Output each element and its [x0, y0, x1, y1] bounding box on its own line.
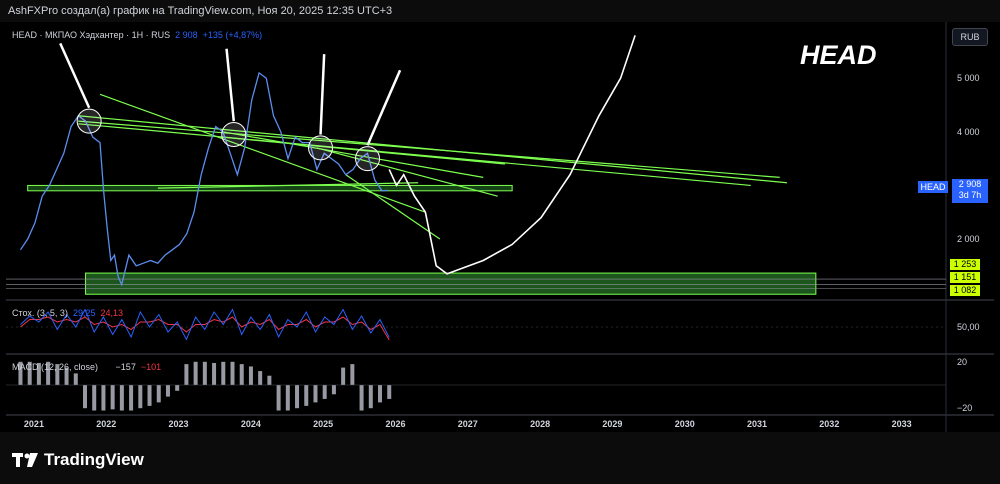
macd-histogram-bar	[368, 385, 373, 409]
x-tick-label: 2030	[675, 419, 695, 429]
annotation-title: HEAD	[800, 40, 877, 70]
x-tick-label: 2026	[385, 419, 405, 429]
pointer-arrow	[366, 69, 402, 146]
macd-histogram-bar	[221, 361, 226, 385]
macd-histogram-bar	[378, 385, 383, 403]
level-tag-2: 1 151	[950, 272, 980, 283]
macd-histogram-bar	[322, 385, 327, 399]
x-tick-label: 2023	[169, 419, 189, 429]
macd-value-1: −157	[115, 362, 136, 372]
macd-histogram-bar	[193, 361, 198, 385]
stoch-legend: Стох. (3, 5, 3) 29,25 24,13	[12, 308, 123, 318]
y-tick-label: 4 000	[957, 127, 980, 137]
footer: TradingView	[0, 432, 1000, 484]
support-zone	[85, 272, 817, 295]
macd-histogram-bar	[119, 385, 124, 411]
macd-histogram-bar	[359, 385, 364, 411]
chart-frame[interactable]: 2 0003 0004 0005 00020212022202320242025…	[6, 22, 994, 432]
level-tag-1: 1 253	[950, 259, 980, 270]
last-price: 2 908	[175, 30, 198, 40]
peak-highlight-circle	[308, 135, 334, 161]
stoch-d-value: 24,13	[100, 308, 124, 318]
peak-highlight-circle	[355, 146, 381, 172]
macd-histogram-bar	[184, 364, 189, 385]
macd-tick-label-bottom: −20	[957, 403, 972, 413]
tradingview-logo[interactable]: TradingView	[12, 450, 144, 470]
stoch-tick-label: 50,00	[957, 322, 980, 332]
macd-histogram-bar	[267, 375, 272, 385]
macd-histogram-bar	[175, 385, 180, 391]
stoch-k-value: 29,25	[72, 308, 96, 318]
chart-attribution-bar: AshFXPro создал(а) график на TradingView…	[0, 0, 1000, 22]
x-tick-label: 2033	[892, 419, 912, 429]
macd-histogram-bar	[285, 385, 290, 411]
price-tag-price: 2 908	[958, 179, 982, 189]
symbol-line: HEAD · МКПАО Хэдхантер · 1H · RUS	[12, 30, 171, 40]
x-tick-label: 2024	[241, 419, 261, 429]
price-tag-countdown: 3d 7h	[958, 190, 982, 200]
projection-path	[388, 35, 636, 275]
x-tick-label: 2029	[602, 419, 622, 429]
macd-value-2: −101	[140, 362, 162, 372]
macd-histogram-bar	[313, 385, 318, 403]
macd-histogram-bar	[110, 385, 115, 410]
level-tag-3: 1 082	[950, 285, 980, 296]
macd-histogram-bar	[239, 364, 244, 385]
y-tick-label: 2 000	[957, 234, 980, 244]
y-tick-label: 5 000	[957, 73, 980, 83]
macd-histogram-bar	[258, 371, 263, 385]
currency-button[interactable]: RUB	[952, 28, 988, 46]
x-tick-label: 2028	[530, 419, 550, 429]
macd-histogram-bar	[248, 366, 253, 385]
macd-histogram-bar	[350, 364, 355, 385]
symbol-legend: HEAD · МКПАО Хэдхантер · 1H · RUS 2 908 …	[12, 30, 262, 40]
macd-histogram-bar	[202, 361, 207, 385]
trendline	[78, 123, 751, 187]
x-tick-label: 2027	[458, 419, 478, 429]
price-change: +135 (+4,87%)	[202, 30, 263, 40]
macd-legend: MACD (12, 26, close) −157 −101	[12, 362, 161, 372]
macd-histogram-bar	[73, 373, 78, 385]
macd-histogram-bar	[341, 367, 346, 385]
macd-histogram-bar	[101, 385, 106, 411]
tradingview-logo-icon	[12, 451, 38, 469]
macd-histogram-bar	[212, 362, 217, 385]
attribution-caption: AshFXPro создал(а) график на TradingView…	[8, 5, 393, 17]
macd-histogram-bar	[165, 385, 170, 397]
last-price-tag: HEAD 2 908 3d 7h	[918, 179, 988, 203]
macd-label: MACD (12, 26, close)	[12, 362, 99, 372]
macd-tick-label-top: 20	[957, 357, 967, 367]
macd-histogram-bar	[92, 385, 97, 411]
macd-histogram-bar	[156, 385, 161, 403]
pointer-arrow	[319, 54, 326, 135]
macd-histogram-bar	[129, 385, 134, 411]
pointer-arrow	[225, 48, 236, 122]
x-tick-label: 2022	[96, 419, 116, 429]
stoch-label: Стох. (3, 5, 3)	[12, 308, 68, 318]
x-tick-label: 2032	[819, 419, 839, 429]
x-tick-label: 2021	[24, 419, 44, 429]
macd-histogram-bar	[304, 385, 309, 406]
x-tick-label: 2025	[313, 419, 333, 429]
peak-highlight-circle	[76, 108, 102, 134]
tradingview-brand: TradingView	[44, 450, 144, 469]
macd-histogram-bar	[230, 361, 235, 385]
macd-histogram-bar	[295, 385, 300, 409]
price-tag-symbol: HEAD	[918, 181, 948, 193]
macd-histogram-bar	[276, 385, 281, 411]
peak-highlight-circle	[221, 122, 247, 148]
macd-histogram-bar	[147, 385, 152, 406]
price-tag-value: 2 908 3d 7h	[952, 179, 988, 203]
macd-histogram-bar	[82, 385, 87, 409]
x-tick-label: 2031	[747, 419, 767, 429]
pointer-arrow	[59, 42, 91, 109]
macd-histogram-bar	[387, 385, 392, 399]
macd-histogram-bar	[138, 385, 143, 409]
macd-histogram-bar	[331, 385, 336, 395]
trendline	[78, 115, 787, 184]
trendline	[222, 131, 484, 178]
